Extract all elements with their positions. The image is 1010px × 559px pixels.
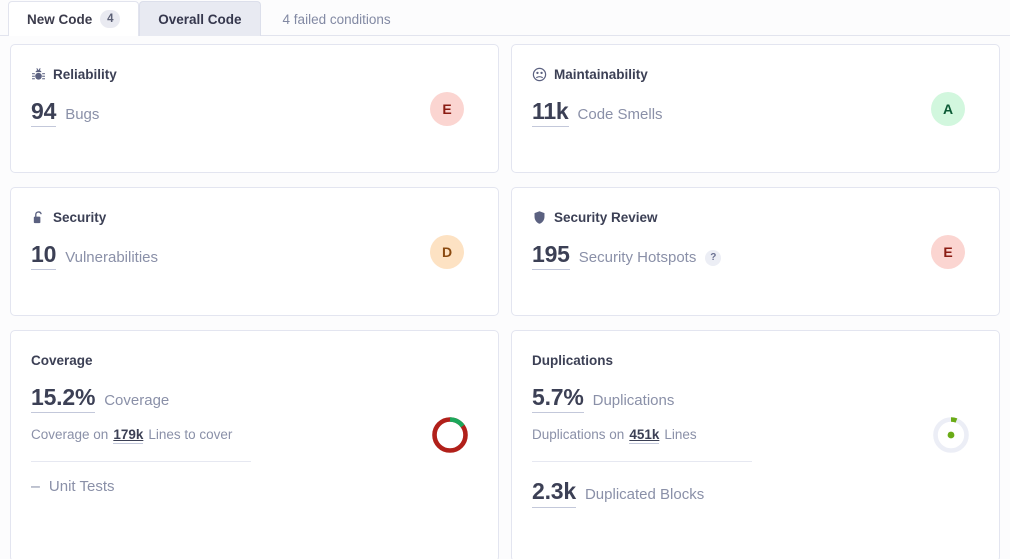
security-review-rating-badge[interactable]: E	[931, 234, 965, 269]
duplicated-blocks-value[interactable]: 2.3k	[532, 478, 576, 508]
card-reliability-title: Reliability	[53, 67, 117, 82]
bug-icon	[31, 67, 46, 82]
coverage-lines-value[interactable]: 179k	[113, 427, 144, 445]
card-security-review-header: Security Review	[532, 210, 979, 225]
reliability-rating-badge[interactable]: E	[430, 91, 464, 126]
unit-tests-dash: –	[31, 478, 40, 496]
card-reliability-header: Reliability	[31, 67, 478, 82]
card-duplications-metric: 5.7% Duplications	[532, 384, 979, 414]
coverage-sub-row: Coverage on 179k Lines to cover	[31, 427, 478, 445]
card-maintainability-header: Maintainability	[532, 67, 979, 82]
coverage-percent-label: Coverage	[104, 392, 170, 409]
duplications-sub-prefix: Duplications on	[532, 427, 625, 443]
duplications-donut-chart	[931, 415, 971, 455]
card-security: Security 10 Vulnerabilities D	[10, 187, 499, 316]
duplications-percent-label: Duplications	[592, 392, 675, 409]
maintainability-rating-badge[interactable]: A	[931, 91, 965, 126]
card-security-header: Security	[31, 210, 478, 225]
help-icon[interactable]: ?	[705, 249, 722, 266]
tab-overall-code[interactable]: Overall Code	[139, 1, 261, 36]
card-coverage-title: Coverage	[31, 353, 93, 368]
coverage-sub-suffix: Lines to cover	[148, 427, 233, 443]
maintainability-smells-label: Code Smells	[577, 106, 663, 123]
tab-new-code-badge: 4	[100, 10, 121, 28]
security-hotspots-value[interactable]: 195	[532, 241, 570, 271]
coverage-divider	[31, 461, 251, 463]
card-reliability: Reliability 94 Bugs E	[10, 44, 499, 173]
tab-overall-code-label: Overall Code	[158, 11, 242, 27]
reliability-bugs-value[interactable]: 94	[31, 98, 56, 128]
card-security-metric: 10 Vulnerabilities	[31, 241, 478, 271]
card-coverage-header: Coverage	[31, 353, 478, 368]
card-security-title: Security	[53, 210, 107, 225]
duplications-sub-row: Duplications on 451k Lines	[532, 427, 979, 445]
security-rating-badge[interactable]: D	[430, 234, 464, 269]
code-smell-icon	[532, 67, 547, 82]
security-vulnerabilities-label: Vulnerabilities	[65, 249, 159, 266]
shield-icon	[532, 210, 547, 225]
unit-tests-label: Unit Tests	[48, 478, 115, 496]
reliability-bugs-label: Bugs	[65, 106, 100, 123]
duplications-divider	[532, 461, 752, 463]
tab-new-code[interactable]: New Code 4	[8, 1, 140, 36]
card-duplications: Duplications 5.7% Duplications Duplicati…	[511, 330, 1000, 559]
duplicated-blocks-label: Duplicated Blocks	[584, 486, 705, 504]
coverage-sub-prefix: Coverage on	[31, 427, 109, 443]
coverage-donut-chart	[430, 415, 470, 455]
security-vulnerabilities-value[interactable]: 10	[31, 241, 56, 271]
card-security-review: Security Review 195 Security Hotspots ? …	[511, 187, 1000, 316]
metrics-grid: Reliability 94 Bugs E Maintainability 11…	[0, 36, 1010, 559]
duplications-lines-value[interactable]: 451k	[629, 427, 660, 445]
card-reliability-metric: 94 Bugs	[31, 98, 478, 128]
card-duplications-title: Duplications	[532, 353, 614, 368]
card-coverage: Coverage 15.2% Coverage Coverage on 179k…	[10, 330, 499, 559]
maintainability-smells-value[interactable]: 11k	[532, 98, 569, 128]
security-hotspots-label: Security Hotspots	[578, 249, 697, 266]
card-security-review-title: Security Review	[554, 210, 658, 225]
card-maintainability: Maintainability 11k Code Smells A	[511, 44, 1000, 173]
lock-icon	[31, 210, 46, 225]
tab-bar: New Code 4 Overall Code 4 failed conditi…	[0, 0, 1010, 36]
card-coverage-metric: 15.2% Coverage	[31, 384, 478, 414]
tab-new-code-label: New Code	[27, 11, 93, 27]
duplications-footer-row: 2.3k Duplicated Blocks	[532, 478, 979, 508]
card-maintainability-title: Maintainability	[554, 67, 648, 82]
duplications-percent-value[interactable]: 5.7%	[532, 384, 584, 414]
coverage-percent-value[interactable]: 15.2%	[31, 384, 95, 414]
card-security-review-metric: 195 Security Hotspots ?	[532, 241, 979, 271]
coverage-footer-row: – Unit Tests	[31, 478, 478, 496]
failed-conditions-link[interactable]: 4 failed conditions	[283, 12, 391, 27]
duplications-sub-suffix: Lines	[664, 427, 697, 443]
card-duplications-header: Duplications	[532, 353, 979, 368]
card-maintainability-metric: 11k Code Smells	[532, 98, 979, 128]
